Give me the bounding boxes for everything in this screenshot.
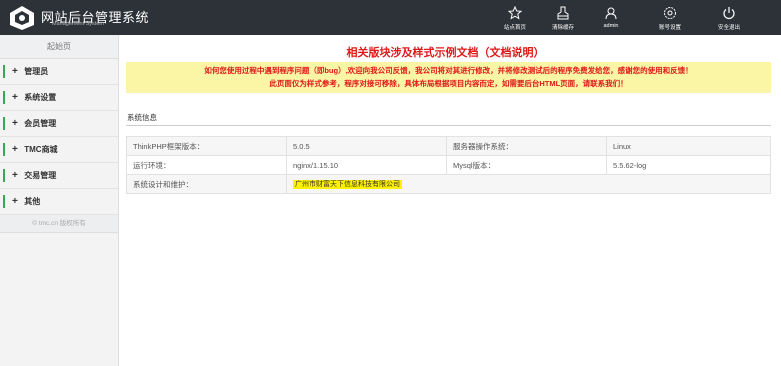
plus-icon: + (12, 170, 18, 181)
plus-icon: + (12, 196, 18, 207)
table-cell-label: 服务器操作系统： (446, 136, 607, 156)
table-cell-value: Linux (606, 136, 771, 156)
top-header: 网站后台管理系统 Management System 站点首页 清除缓存 adm… (0, 0, 781, 35)
page-title: 相关版块涉及样式示例文档（文档说明） (346, 47, 545, 59)
table-row: 运行环境： nginx/1.15.10 Mysql版本： 5.5.62-log (126, 155, 771, 175)
home-tab[interactable]: 起始页 (0, 35, 118, 59)
table-cell-value: 广州市财富天下信息科技有限公司 (286, 174, 771, 194)
sidebar-item-label: 其他 (24, 197, 41, 206)
table-cell-label: 运行环境： (126, 155, 287, 175)
table-row: ThinkPHP框架版本： 5.0.5 服务器操作系统： Linux (126, 136, 771, 156)
logo-icon (10, 6, 34, 30)
sidebar-item-label: 会员管理 (24, 119, 57, 128)
table-cell-label: Mysql版本： (446, 155, 607, 175)
notice-banner: 如何您使用过程中遇到程序问题（即bug）,欢迎向我公司反馈，我公司将对其进行修改… (126, 62, 771, 93)
table-cell-value: nginx/1.15.10 (286, 155, 447, 175)
nav-site-home[interactable]: 站点首页 (491, 0, 539, 35)
sidebar-item-mall[interactable]: + TMC商城 (0, 137, 118, 163)
nav-label: admin (603, 23, 619, 29)
table-cell-value: 5.0.5 (286, 136, 447, 156)
sidebar-item-label: TMC商城 (24, 145, 58, 154)
plus-icon: + (12, 144, 18, 155)
sidebar-item-system-settings[interactable]: + 系统设置 (0, 85, 118, 111)
star-icon (508, 6, 522, 20)
notice-line: 如何您使用过程中遇到程序问题（即bug）,欢迎向我公司反馈，我公司将对其进行修改… (204, 66, 693, 75)
notice-line: 此页面仅为样式参考，程序对接可移除，具体布局根据项目内容而定，如需要后台HTML… (269, 79, 628, 88)
table-row: 系统设计和维护： 广州市财富天下信息科技有限公司 (126, 174, 771, 194)
main-content: 相关版块涉及样式示例文档（文档说明） 如何您使用过程中遇到程序问题（即bug）,… (120, 35, 781, 366)
broom-icon (557, 6, 569, 20)
sidebar: 起始页 + 管理员 + 系统设置 + 会员管理 + TMC商城 + 交易管理 +… (0, 35, 119, 366)
table-cell-value: 5.5.62-log (606, 155, 771, 175)
nav-clear-cache[interactable]: 清除缓存 (539, 0, 587, 35)
nav-logout[interactable]: 安全退出 (705, 0, 753, 35)
brand-subtitle: Management System (52, 21, 104, 27)
copyright: © tmc.cn 版权所有 (0, 215, 118, 233)
plus-icon: + (12, 92, 18, 103)
nav-label: 站点首页 (503, 25, 526, 31)
user-icon (605, 7, 617, 20)
company-name: 广州市财富天下信息科技有限公司 (293, 180, 402, 189)
sidebar-item-other[interactable]: + 其他 (0, 189, 118, 215)
sidebar-item-label: 交易管理 (24, 171, 57, 180)
nav-label: 清除缓存 (551, 25, 574, 31)
table-cell-label: 系统设计和维护： (126, 174, 287, 194)
divider (126, 125, 771, 126)
section-title: 系统信息 (127, 113, 157, 122)
nav-account-settings[interactable]: 账号设置 (646, 0, 694, 35)
sidebar-item-label: 管理员 (24, 67, 49, 76)
nav-label: 安全退出 (717, 25, 740, 31)
table-cell-label: ThinkPHP框架版本： (126, 136, 287, 156)
sidebar-item-members[interactable]: + 会员管理 (0, 111, 118, 137)
plus-icon: + (12, 66, 18, 77)
sidebar-item-transactions[interactable]: + 交易管理 (0, 163, 118, 189)
sidebar-item-admins[interactable]: + 管理员 (0, 59, 118, 85)
system-info-table: ThinkPHP框架版本： 5.0.5 服务器操作系统： Linux 运行环境：… (126, 136, 771, 194)
nav-admin[interactable]: admin (587, 0, 635, 35)
gear-icon (664, 7, 676, 19)
plus-icon: + (12, 118, 18, 129)
power-icon (723, 7, 735, 20)
sidebar-item-label: 系统设置 (24, 93, 57, 102)
nav-label: 账号设置 (658, 25, 681, 31)
